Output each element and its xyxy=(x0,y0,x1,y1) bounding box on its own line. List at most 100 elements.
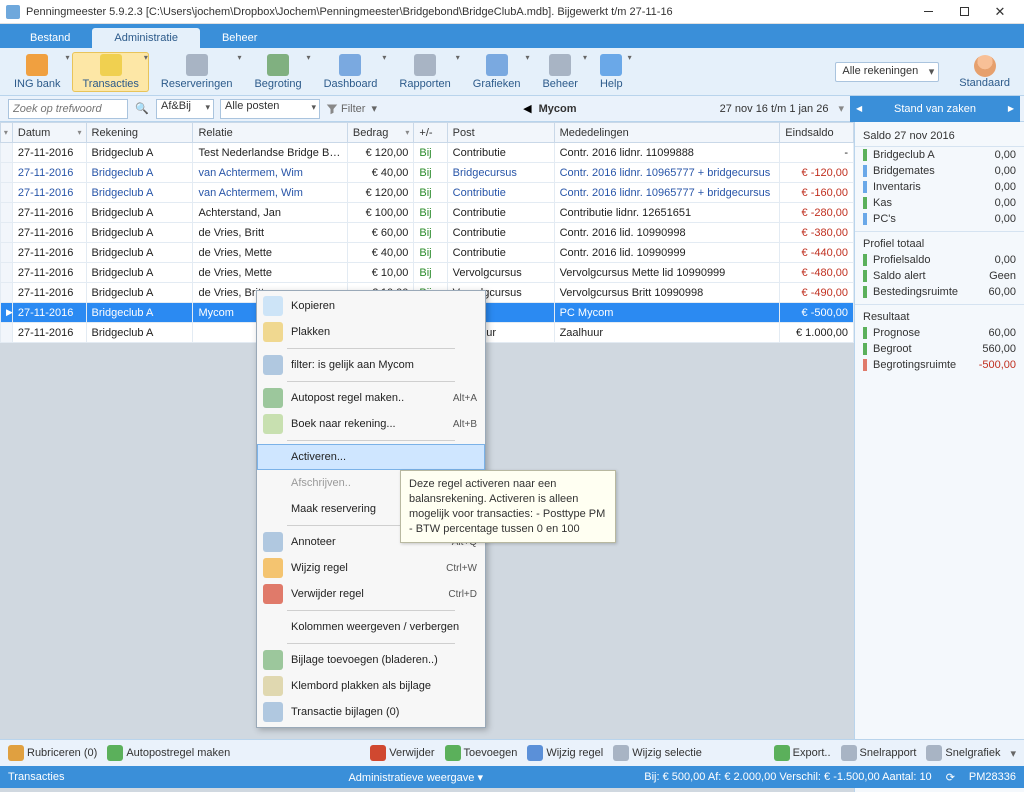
action-icon xyxy=(774,745,790,761)
stand-van-zaken-header[interactable]: Stand van zaken xyxy=(850,96,1020,122)
side-row-bridgeclub-a: Bridgeclub A0,00 xyxy=(855,147,1024,163)
col-datum[interactable]: Datum▾ xyxy=(12,123,86,143)
ribbon-ing-bank[interactable]: ▾ING bank xyxy=(4,52,70,92)
ribbon-dashboard[interactable]: ▾Dashboard xyxy=(314,52,388,92)
col-eindsaldo[interactable]: Eindsaldo xyxy=(780,123,854,143)
ctx-transactie-bijlagen-[interactable]: Transactie bijlagen (0) xyxy=(257,699,485,725)
funnel-icon xyxy=(263,355,283,375)
table-row[interactable]: 27-11-2016Bridgeclub Ade Vries, Britt€ 6… xyxy=(1,223,854,243)
table-row[interactable]: 27-11-2016Bridgeclub ATest Nederlandse B… xyxy=(1,143,854,163)
ribbon-icon xyxy=(186,54,208,76)
ctx-kolommen-weergeven-verbergen[interactable]: Kolommen weergeven / verbergen xyxy=(257,614,485,640)
menu-tab-bestand[interactable]: Bestand xyxy=(8,28,92,48)
ribbon-beheer[interactable]: ▾Beheer xyxy=(532,52,587,92)
posten-combo[interactable]: Alle posten xyxy=(220,99,320,119)
profiel-header: Profiel totaal xyxy=(855,231,1024,252)
table-row[interactable]: 27-11-2016Bridgeclub Avan Achtermem, Wim… xyxy=(1,183,854,203)
col-marker[interactable]: ▾ xyxy=(1,123,13,143)
row-marker xyxy=(1,223,13,243)
side-row-bridgemates: Bridgemates0,00 xyxy=(855,163,1024,179)
table-row[interactable]: 27-11-2016Bridgeclub Avan Achtermem, Wim… xyxy=(1,163,854,183)
row-marker xyxy=(1,243,13,263)
resultaat-header: Resultaat xyxy=(855,304,1024,325)
ctx-boek-naar-rekening-[interactable]: Boek naar rekening...Alt+B xyxy=(257,411,485,437)
side-row-begroot: Begroot560,00 xyxy=(855,341,1024,357)
menu-tab-beheer[interactable]: Beheer xyxy=(200,28,279,48)
action-wijzig-regel[interactable]: Wijzig regel xyxy=(527,745,603,761)
close-button[interactable]: ✕ xyxy=(982,1,1018,23)
action-bar: Rubriceren (0) Autopostregel maken Verwijd… xyxy=(0,739,1024,766)
col-rekening[interactable]: Rekening xyxy=(86,123,193,143)
row-marker xyxy=(1,203,13,223)
action-icon xyxy=(8,745,24,761)
ribbon-begroting[interactable]: ▾Begroting xyxy=(244,52,311,92)
ctx-verwijder-regel[interactable]: Verwijder regelCtrl+D xyxy=(257,581,485,607)
ctx-klembord-plakken-als-bijlage[interactable]: Klembord plakken als bijlage xyxy=(257,673,485,699)
current-user[interactable]: Standaard xyxy=(959,55,1020,89)
search-input[interactable] xyxy=(8,99,128,119)
ribbon-rapporten[interactable]: ▾Rapporten xyxy=(389,52,460,92)
pencil-icon xyxy=(263,558,283,578)
ribbon-reserveringen[interactable]: ▾Reserveringen xyxy=(151,52,243,92)
col-relatie[interactable]: Relatie xyxy=(193,123,347,143)
table-row[interactable]: 27-11-2016Bridgeclub AAchterstand, Jan€ … xyxy=(1,203,854,223)
action-verwijder[interactable]: Verwijder xyxy=(370,745,434,761)
afbij-combo[interactable]: Af&Bij xyxy=(156,99,214,119)
ribbon-toolbar: ▾ING bank▾Transacties▾Reserveringen▾Begr… xyxy=(0,48,1024,96)
action-icon xyxy=(370,745,386,761)
filter-button[interactable]: Filter ▾ xyxy=(326,102,380,115)
status-center[interactable]: Administratieve weergave ▾ xyxy=(348,771,483,784)
col-mededelingen[interactable]: Mededelingen xyxy=(554,123,780,143)
minimize-button[interactable] xyxy=(910,1,946,23)
action-rubriceren-[interactable]: Rubriceren (0) xyxy=(8,745,97,761)
side-row-saldo-alert: Saldo alertGeen xyxy=(855,268,1024,284)
ribbon-icon xyxy=(600,54,622,76)
action-autopostregel-maken[interactable]: Autopostregel maken xyxy=(107,745,230,761)
menu-tab-administratie[interactable]: Administratie xyxy=(92,28,200,48)
paste-icon xyxy=(263,322,283,342)
maximize-button[interactable] xyxy=(946,1,982,23)
action-toevoegen[interactable]: Toevoegen xyxy=(445,745,518,761)
col-+/-[interactable]: +/- xyxy=(414,123,447,143)
clip2-icon xyxy=(263,702,283,722)
ctx-filter-is-gelijk-aan-mycom[interactable]: filter: is gelijk aan Mycom xyxy=(257,352,485,378)
col-bedrag[interactable]: Bedrag▾ xyxy=(347,123,414,143)
user-label: Standaard xyxy=(959,77,1010,89)
row-marker xyxy=(1,263,13,283)
action-export-[interactable]: Export.. xyxy=(774,745,831,761)
ctx-bijlage-toevoegen-bladeren-[interactable]: Bijlage toevoegen (bladeren..) xyxy=(257,647,485,673)
action-snelrapport[interactable]: Snelrapport xyxy=(841,745,917,761)
ribbon-help[interactable]: ▾Help xyxy=(590,52,633,92)
col-post[interactable]: Post xyxy=(447,123,554,143)
side-row-bestedingsruimte: Bestedingsruimte60,00 xyxy=(855,284,1024,300)
ctx-wijzig-regel[interactable]: Wijzig regelCtrl+W xyxy=(257,555,485,581)
row-marker xyxy=(1,163,13,183)
table-row[interactable]: 27-11-2016Bridgeclub Ade Vries, Mette€ 1… xyxy=(1,263,854,283)
user-icon xyxy=(974,55,996,77)
side-row-pc-s: PC's0,00 xyxy=(855,211,1024,227)
action-icon xyxy=(527,745,543,761)
action-wijzig-selectie[interactable]: Wijzig selectie xyxy=(613,745,702,761)
ctx-activeren-[interactable]: Activeren... xyxy=(257,444,485,470)
row-marker xyxy=(1,183,13,203)
action-snelgrafiek[interactable]: Snelgrafiek xyxy=(926,745,1000,761)
ribbon-grafieken[interactable]: ▾Grafieken xyxy=(463,52,531,92)
window-title: Penningmeester 5.9.2.3 [C:\Users\jochem\… xyxy=(26,6,910,18)
row-marker: ▶ xyxy=(1,303,13,323)
row-marker xyxy=(1,323,13,343)
back-arrow-icon[interactable]: ◀ xyxy=(523,103,531,115)
status-sync-icon[interactable]: ⟳ xyxy=(946,771,955,784)
date-range[interactable]: 27 nov 16 t/m 1 jan 26 xyxy=(720,103,829,115)
saldo-header: Saldo 27 nov 2016 xyxy=(855,126,1024,147)
ctx-kopieren[interactable]: Kopieren xyxy=(257,293,485,319)
ribbon-transacties[interactable]: ▾Transacties xyxy=(72,52,148,92)
search-icon[interactable]: 🔍 xyxy=(134,101,150,117)
table-row[interactable]: 27-11-2016Bridgeclub Ade Vries, Mette€ 4… xyxy=(1,243,854,263)
ribbon-icon xyxy=(267,54,289,76)
tooltip: Deze regel activeren naar een balansreke… xyxy=(400,470,616,543)
ctx-plakken[interactable]: Plakken xyxy=(257,319,485,345)
ctx-autopost-regel-maken-[interactable]: Autopost regel maken..Alt+A xyxy=(257,385,485,411)
side-panel: Saldo 27 nov 2016 Bridgeclub A0,00Bridge… xyxy=(854,122,1024,792)
entity-title: Mycom xyxy=(539,103,577,115)
account-selector[interactable]: Alle rekeningen xyxy=(835,62,939,82)
